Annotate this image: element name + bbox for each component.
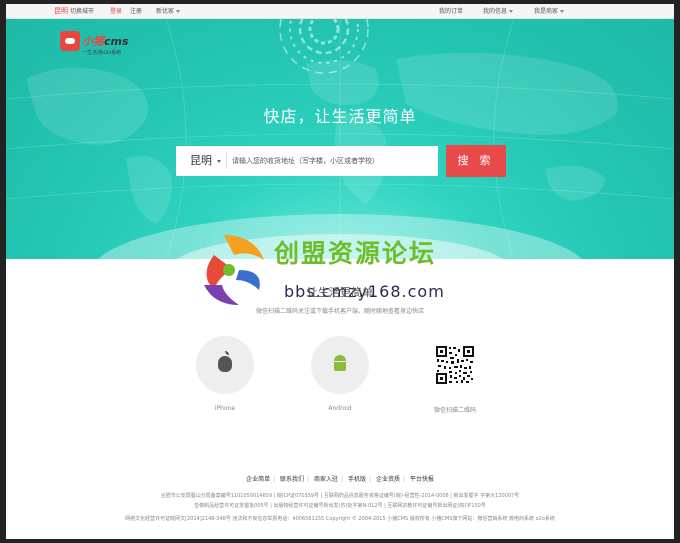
app-section-title: 让生活更简单 (307, 286, 373, 299)
my-info-menu[interactable]: 我的信息 (483, 4, 514, 19)
news-menu-label: 新优家 (156, 8, 175, 15)
footer-link-qualification[interactable]: 企业资质 (376, 476, 400, 483)
register-link[interactable]: 注册 (130, 4, 142, 19)
switch-city-link[interactable]: 切换城市 (70, 4, 94, 19)
chevron-down-icon (217, 159, 221, 163)
news-menu[interactable]: 新优家 (156, 4, 181, 19)
logo-brand: 小猪cms (82, 33, 129, 49)
footer-link-mobile[interactable]: 手机版 (348, 476, 366, 483)
my-info-label: 我的信息 (483, 8, 508, 15)
iphone-label: iPhone (214, 405, 236, 412)
app-section-subtitle: 微信扫描二维码关注或下载手机客户端，随时随地查看身边快店 (255, 308, 424, 315)
site-logo[interactable]: 小猪cms 一生活通o2o系统 (60, 31, 150, 59)
iphone-download-button[interactable] (196, 336, 254, 394)
footer-link-news[interactable]: 平台快报 (410, 476, 434, 483)
apple-icon (218, 351, 232, 372)
footer-link-contact[interactable]: 联系我们 (280, 476, 304, 483)
divider: | (402, 476, 405, 483)
footer-link-about[interactable]: 企业简单 (246, 476, 270, 483)
footer-license-line-1: 合肥市公安局蜀山分局备案编号1101050014659 | 皖ICP证07035… (160, 493, 520, 499)
android-download-button[interactable] (311, 336, 369, 394)
merchant-label: 我是商家 (534, 8, 559, 15)
footer-link-merchant-join[interactable]: 商家入驻 (314, 476, 338, 483)
android-label: Android (328, 405, 352, 412)
pig-logo-icon (60, 31, 80, 51)
my-orders-link[interactable]: 我的订单 (439, 4, 463, 19)
login-link[interactable]: 登录 (110, 4, 122, 19)
divider: | (368, 476, 372, 483)
footer-copyright: 网络文化经营许可证皖网文[2014]2148-348号 违法和不良信息举报电话：… (125, 516, 555, 522)
logo-tagline: 一生活通o2o系统 (82, 50, 122, 56)
footer-license-line-2: 音像制品经营许可证苏蜀批005号 | 出版物经营许可证编号新出发(苏)批字第N-… (194, 503, 486, 509)
divider: | (273, 476, 276, 483)
android-body (334, 362, 346, 371)
city-select[interactable]: 昆明 (176, 146, 226, 176)
top-bar: 昆明 切换城市 登录 注册 新优家 我的订单 我的信息 我是商家 (6, 4, 674, 19)
search-button[interactable]: 搜 索 (446, 145, 506, 177)
logo-brand-en: cms (104, 35, 129, 48)
android-icon (333, 355, 347, 373)
divider: | (307, 476, 310, 483)
logo-brand-cn: 小猪 (82, 35, 104, 48)
android-head (334, 355, 346, 361)
browser-page: 昆明 切换城市 登录 注册 新优家 我的订单 我的信息 我是商家 小猪cms 一… (6, 4, 674, 539)
merchant-menu[interactable]: 我是商家 (534, 4, 565, 19)
hero-banner: 小猪cms 一生活通o2o系统 快店，让生活更简单 昆明 搜 索 (6, 19, 674, 259)
city-select-value: 昆明 (190, 154, 212, 167)
wechat-qr-code (435, 345, 475, 385)
divider: | (341, 476, 344, 483)
wechat-qr-label: 微信扫描二维码 (433, 407, 476, 414)
divider (226, 153, 227, 169)
chevron-down-icon (176, 10, 181, 13)
address-search-box: 昆明 (176, 146, 438, 176)
address-search-input[interactable] (232, 151, 432, 171)
hero-slogan: 快店，让生活更简单 (263, 107, 417, 126)
chevron-down-icon (509, 10, 514, 13)
footer-links: 企业简单 | 联系我们 | 商家入驻 | 手机版 | 企业资质 | 平台快报 (6, 474, 674, 483)
current-city: 昆明 (54, 7, 68, 15)
chevron-down-icon (560, 10, 565, 13)
